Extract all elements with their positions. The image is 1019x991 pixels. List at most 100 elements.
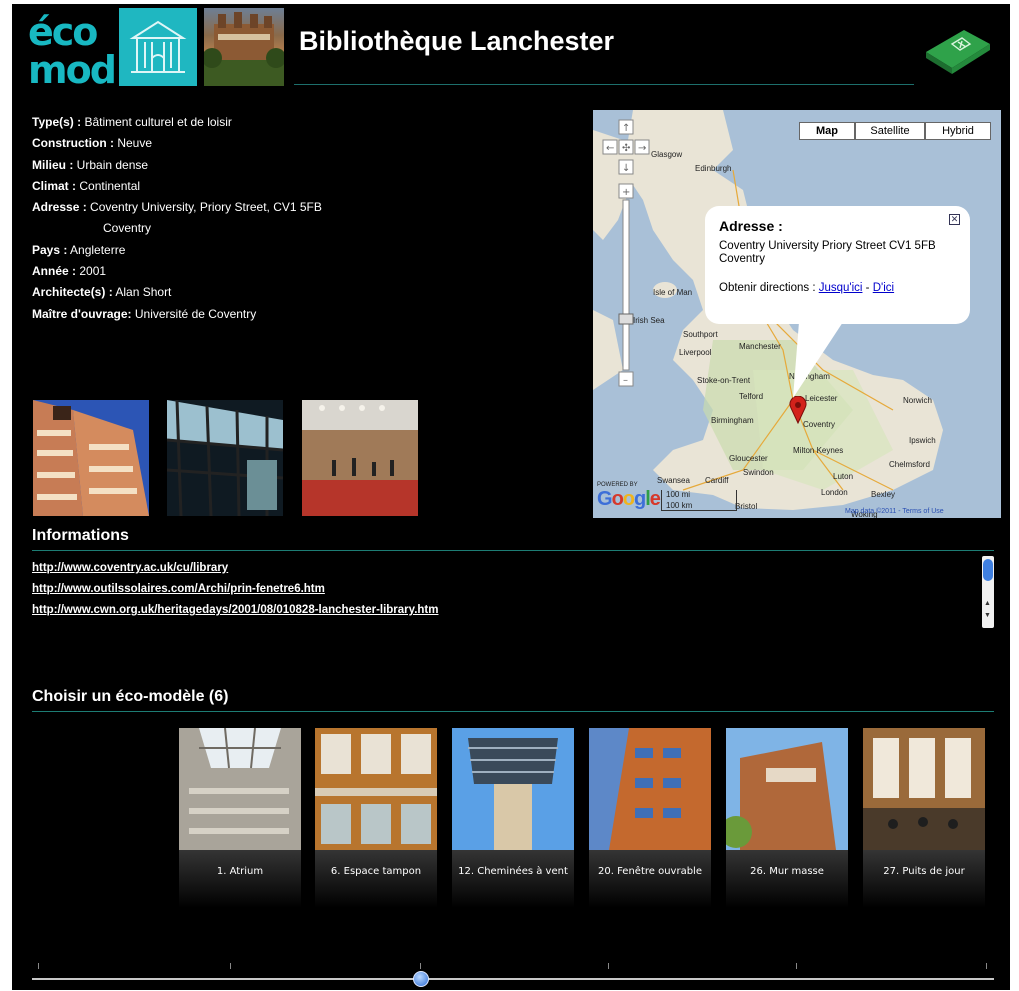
- informations-title: Informations: [32, 527, 129, 544]
- popup-pointer: [793, 322, 843, 398]
- svg-text:←: ←: [606, 143, 614, 154]
- svg-text:↓: ↓: [622, 163, 630, 174]
- svg-text:–: –: [623, 375, 628, 386]
- ecomodel-reflection: [179, 850, 301, 908]
- link-cwn-heritagedays[interactable]: http://www.cwn.org.uk/heritagedays/2001/…: [32, 600, 438, 621]
- slider-tick: [420, 963, 421, 969]
- carousel-slider-knob[interactable]: [413, 971, 429, 987]
- ecomodel-caption: 12. Cheminées à vent: [458, 866, 568, 877]
- ecomodel-caption: 26. Mur masse: [750, 866, 824, 877]
- popup-directions: Obtenir directions : Jusqu'ici - D'ici: [719, 282, 894, 294]
- scale-km-label: 100 km: [666, 501, 693, 510]
- map-label-edinburgh: Edinburgh: [695, 164, 732, 173]
- building-photo-3[interactable]: [302, 400, 418, 516]
- svg-text:↑: ↑: [622, 123, 630, 134]
- ecomodel-image-cheminees-a-vent: [452, 728, 574, 850]
- slider-tick: [796, 963, 797, 969]
- info-row-construction: Construction : Neuve: [32, 136, 153, 151]
- popup-close-icon[interactable]: ✕: [949, 214, 960, 225]
- map-label-liverpool: Liverpool: [679, 348, 712, 357]
- page-title: Bibliothèque Lanchester: [299, 26, 615, 56]
- svg-text:✣: ✣: [622, 143, 630, 154]
- map-label-luton: Luton: [833, 472, 854, 481]
- google-logo[interactable]: Google: [597, 488, 661, 511]
- map-scale-bar: 100 mi 100 km: [661, 490, 737, 511]
- ecomodel-card-puits-de-jour[interactable]: 27. Puits de jour: [863, 728, 985, 908]
- popup-address-line2: Coventry: [719, 253, 766, 265]
- building-info: Type(s) : Bâtiment culturel et de loisir…: [32, 112, 322, 325]
- map-label-london: London: [821, 488, 848, 497]
- building-photo-1[interactable]: [33, 400, 149, 516]
- ecomodel-reflection: [315, 850, 437, 908]
- info-row-annee: Année : 2001: [32, 264, 107, 279]
- map-label-glasgow: Glasgow: [651, 150, 683, 159]
- scroll-up-arrow-icon[interactable]: ▲: [984, 600, 991, 607]
- ecomodel-card-espace-tampon[interactable]: 6. Espace tampon: [315, 728, 437, 908]
- ecomodel-image-puits-de-jour: [863, 728, 985, 850]
- scroll-down-arrow-icon[interactable]: ▼: [984, 612, 991, 619]
- map-label-manchester: Manchester: [739, 342, 781, 351]
- carousel-slider-track[interactable]: [32, 978, 994, 980]
- ecomodel-reflection: [589, 850, 711, 908]
- map-type-map-button[interactable]: Map: [799, 122, 855, 140]
- ecomodel-reflection: [452, 850, 574, 908]
- directions-to-here-link[interactable]: Jusqu'ici: [819, 282, 863, 294]
- ecomodel-card-atrium[interactable]: 1. Atrium: [179, 728, 301, 908]
- directions-from-here-link[interactable]: D'ici: [873, 282, 894, 294]
- scale-mi-label: 100 mi: [666, 490, 691, 499]
- ecomodel-image-fenetre-ouvrable: [589, 728, 711, 850]
- map-type-hybrid-button[interactable]: Hybrid: [925, 122, 991, 140]
- green-book-icon[interactable]: [920, 22, 994, 74]
- links-scrollbar[interactable]: ▲ ▼: [982, 556, 994, 628]
- map-label-southport: Southport: [683, 330, 718, 339]
- ecomodel-image-mur-masse: [726, 728, 848, 850]
- svg-text:→: →: [638, 143, 646, 154]
- map-label-bristol: Bristol: [735, 502, 758, 511]
- info-row-types: Type(s) : Bâtiment culturel et de loisir: [32, 115, 232, 129]
- ecomodel-reflection: [726, 850, 848, 908]
- map-label-bexley: Bexley: [871, 490, 896, 499]
- google-map[interactable]: Map Satellite Hybrid ↑ ← ✣ → ↓ + – Glasg…: [593, 110, 1001, 518]
- library-building-icon: [119, 8, 197, 86]
- map-zoom-controls[interactable]: ↑ ← ✣ → ↓ + –: [597, 118, 653, 398]
- ecomodel-card-mur-masse[interactable]: 26. Mur masse: [726, 728, 848, 908]
- map-label-milton-keynes: Milton Keynes: [793, 446, 844, 455]
- map-label-ipswich: Ipswich: [909, 436, 936, 445]
- info-row-adresse-city: Coventry: [103, 221, 152, 236]
- info-row-architecte: Architecte(s) : Alan Short: [32, 285, 172, 300]
- popup-title: Adresse :: [719, 218, 783, 234]
- link-outilssolaires[interactable]: http://www.outilssolaires.com/Archi/prin…: [32, 579, 438, 600]
- ecomodel-card-cheminees-a-vent[interactable]: 12. Cheminées à vent: [452, 728, 574, 908]
- slider-tick: [38, 963, 39, 969]
- ecomodel-title: Choisir un éco-modèle (6): [32, 688, 229, 705]
- ecomodel-image-atrium: [179, 728, 301, 850]
- map-attribution[interactable]: Map data ©2011 - Terms of Use: [845, 508, 944, 515]
- ecomodel-card-fenetre-ouvrable[interactable]: 20. Fenêtre ouvrable: [589, 728, 711, 908]
- map-label-swindon: Swindon: [743, 468, 774, 477]
- info-row-adresse: Adresse : Coventry University, Priory St…: [32, 200, 322, 215]
- app-frame: éco mod Bibliothèque Lanchester Type(s) …: [12, 4, 1010, 990]
- ecomodel-caption: 1. Atrium: [216, 866, 264, 877]
- info-row-maitre-ouvrage: Maître d'ouvrage: Université de Coventry: [32, 306, 257, 321]
- ecomodel-caption: 6. Espace tampon: [330, 866, 422, 877]
- map-label-isle-of-man: Isle of Man: [653, 288, 693, 297]
- building-photo-2[interactable]: [167, 400, 283, 516]
- informations-links: http://www.coventry.ac.uk/cu/library htt…: [32, 558, 438, 621]
- popup-address-line1: Coventry University Priory Street CV1 5F…: [719, 240, 936, 252]
- informations-divider: [32, 550, 994, 551]
- ecomod-logo[interactable]: éco mod: [26, 10, 122, 92]
- popup-directions-label: Obtenir directions :: [719, 282, 816, 294]
- slider-tick: [986, 963, 987, 969]
- map-label-gloucester: Gloucester: [729, 454, 768, 463]
- map-label-cardiff: Cardiff: [705, 476, 729, 485]
- info-row-climat: Climat : Continental: [32, 178, 141, 193]
- map-type-satellite-button[interactable]: Satellite: [855, 122, 925, 140]
- popup-directions-separator: -: [865, 282, 870, 294]
- ecomodel-divider: [32, 711, 994, 712]
- slider-tick: [608, 963, 609, 969]
- scrollbar-thumb[interactable]: [983, 559, 993, 581]
- map-label-telford: Telford: [739, 392, 764, 401]
- ecomodel-caption: 20. Fenêtre ouvrable: [598, 866, 702, 877]
- link-coventry-library[interactable]: http://www.coventry.ac.uk/cu/library: [32, 558, 438, 579]
- popup-address: Coventry University Priory Street CV1 5F…: [719, 240, 964, 266]
